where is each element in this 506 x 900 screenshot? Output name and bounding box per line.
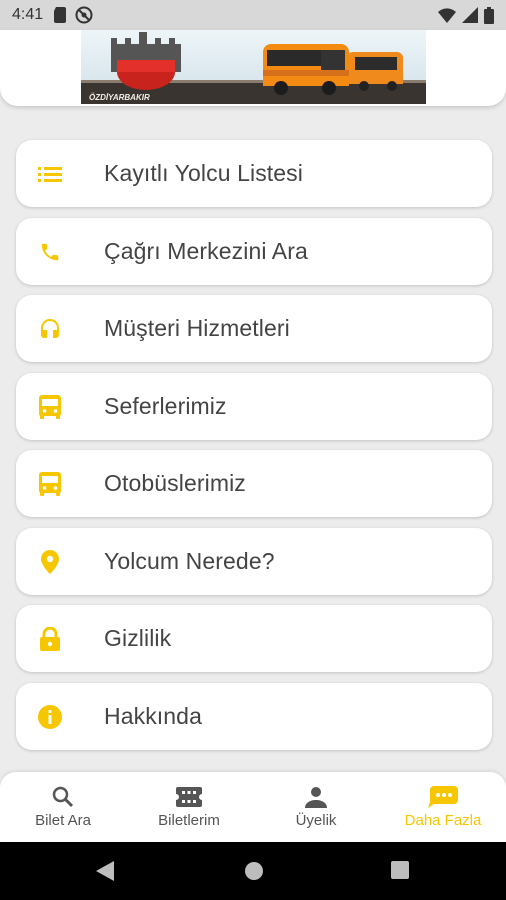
menu-item-privacy[interactable]: Gizlilik xyxy=(16,605,492,672)
menu-item-label: Gizlilik xyxy=(104,625,172,651)
ticket-icon xyxy=(176,784,202,810)
menu-item-label: Çağrı Merkezini Ara xyxy=(104,238,308,264)
nav-tab-membership[interactable]: Üyelik xyxy=(253,772,379,842)
location-pin-icon xyxy=(36,548,64,576)
menu-item-label: Yolcum Nerede? xyxy=(104,548,275,574)
sd-card-icon xyxy=(53,7,67,23)
phone-icon xyxy=(36,238,64,266)
menu-item-label: Müşteri Hizmetleri xyxy=(104,315,290,341)
banner-text: ÖZDİYARBAKIR xyxy=(89,93,150,102)
menu-item-label: Otobüslerimiz xyxy=(104,470,246,496)
company-banner: ÖZDİYARBAKIR xyxy=(81,30,426,104)
battery-icon xyxy=(484,6,494,24)
info-icon xyxy=(36,703,64,731)
list-icon xyxy=(36,160,64,188)
nav-tab-label: Üyelik xyxy=(295,812,337,829)
menu-item-label: Hakkında xyxy=(104,703,202,729)
bus-icon xyxy=(36,470,64,498)
bottom-navigation: Bilet Ara Biletlerim Üyelik Daha Fazla xyxy=(0,772,506,842)
nav-tab-ticket-search[interactable]: Bilet Ara xyxy=(0,772,126,842)
app-header: ÖZDİYARBAKIR xyxy=(0,30,506,106)
menu-item-our-trips[interactable]: Seferlerimiz xyxy=(16,373,492,440)
status-time: 4:41 xyxy=(12,6,44,23)
lock-icon xyxy=(36,625,64,653)
wifi-icon xyxy=(438,7,456,23)
menu-item-our-buses[interactable]: Otobüslerimiz xyxy=(16,450,492,517)
menu-item-customer-service[interactable]: Müşteri Hizmetleri xyxy=(16,295,492,362)
menu-item-about[interactable]: Hakkında xyxy=(16,683,492,750)
recents-icon[interactable] xyxy=(391,861,409,884)
nav-tab-label: Daha Fazla xyxy=(404,812,482,829)
menu-item-label: Kayıtlı Yolcu Listesi xyxy=(104,160,303,186)
headset-icon xyxy=(36,315,64,343)
home-icon[interactable] xyxy=(244,861,264,886)
nav-tab-label: Biletlerim xyxy=(158,812,220,829)
menu-item-saved-passengers[interactable]: Kayıtlı Yolcu Listesi xyxy=(16,140,492,207)
more-chat-icon xyxy=(428,784,458,810)
system-navigation-bar xyxy=(0,842,506,900)
nav-tab-my-tickets[interactable]: Biletlerim xyxy=(126,772,252,842)
do-not-disturb-icon xyxy=(75,6,93,24)
menu-item-where-is-passenger[interactable]: Yolcum Nerede? xyxy=(16,528,492,595)
person-icon xyxy=(305,784,327,810)
bus-icon xyxy=(36,393,64,421)
nav-tab-more[interactable]: Daha Fazla xyxy=(380,772,506,842)
back-icon[interactable] xyxy=(96,861,116,886)
status-bar: 4:41 xyxy=(0,0,506,30)
menu-item-label: Seferlerimiz xyxy=(104,393,227,419)
search-icon xyxy=(51,784,75,810)
nav-tab-label: Bilet Ara xyxy=(35,812,91,829)
signal-icon xyxy=(462,7,478,23)
menu-item-call-center[interactable]: Çağrı Merkezini Ara xyxy=(16,218,492,285)
